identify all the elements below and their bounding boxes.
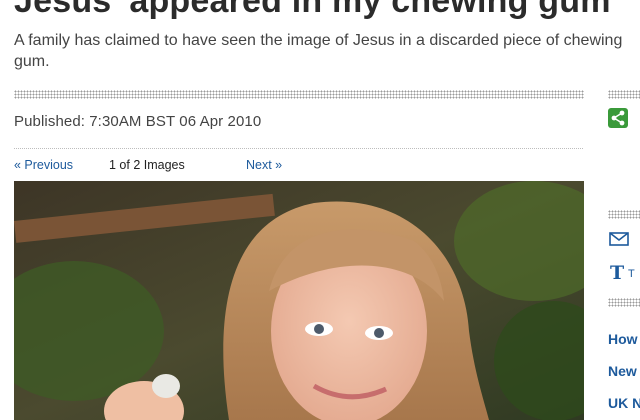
right-iris	[374, 328, 384, 338]
rail-link-1[interactable]: How	[608, 331, 638, 347]
article-headline: Jesus' appeared in my chewing gum	[14, 0, 611, 20]
rail-top-dotted-rule	[608, 90, 640, 99]
published-label: Published:	[14, 113, 86, 130]
email-button[interactable]	[609, 232, 629, 251]
published-value: 7:30AM BST 06 Apr 2010	[89, 113, 262, 130]
gallery-previous-link[interactable]: « Previous	[14, 158, 73, 172]
text-size-button[interactable]: T	[609, 262, 627, 287]
share-button[interactable]	[608, 108, 628, 128]
article-standfirst: A family has claimed to have seen the im…	[14, 32, 623, 70]
gallery-counter: 1 of 2 Images	[109, 158, 185, 172]
chewing-gum	[152, 374, 180, 398]
envelope-icon	[609, 232, 629, 246]
photo-illustration	[14, 181, 584, 420]
svg-text:T: T	[610, 262, 624, 282]
rail-link-2[interactable]: New	[608, 363, 637, 379]
rail-low-dotted-rule	[608, 298, 640, 307]
rail-link-3[interactable]: UK N	[608, 395, 640, 411]
share-icon	[611, 110, 625, 126]
rail-mid-dotted-rule	[608, 210, 640, 219]
published-divider	[14, 148, 584, 149]
left-iris	[314, 324, 324, 334]
text-size-icon: T	[610, 262, 624, 284]
gallery-photo[interactable]	[14, 181, 584, 420]
published-line: Published: 7:30AM BST 06 Apr 2010	[14, 113, 261, 130]
header-dotted-rule	[14, 90, 584, 99]
text-size-label: T	[628, 268, 635, 280]
gallery-next-link[interactable]: Next »	[246, 158, 282, 172]
